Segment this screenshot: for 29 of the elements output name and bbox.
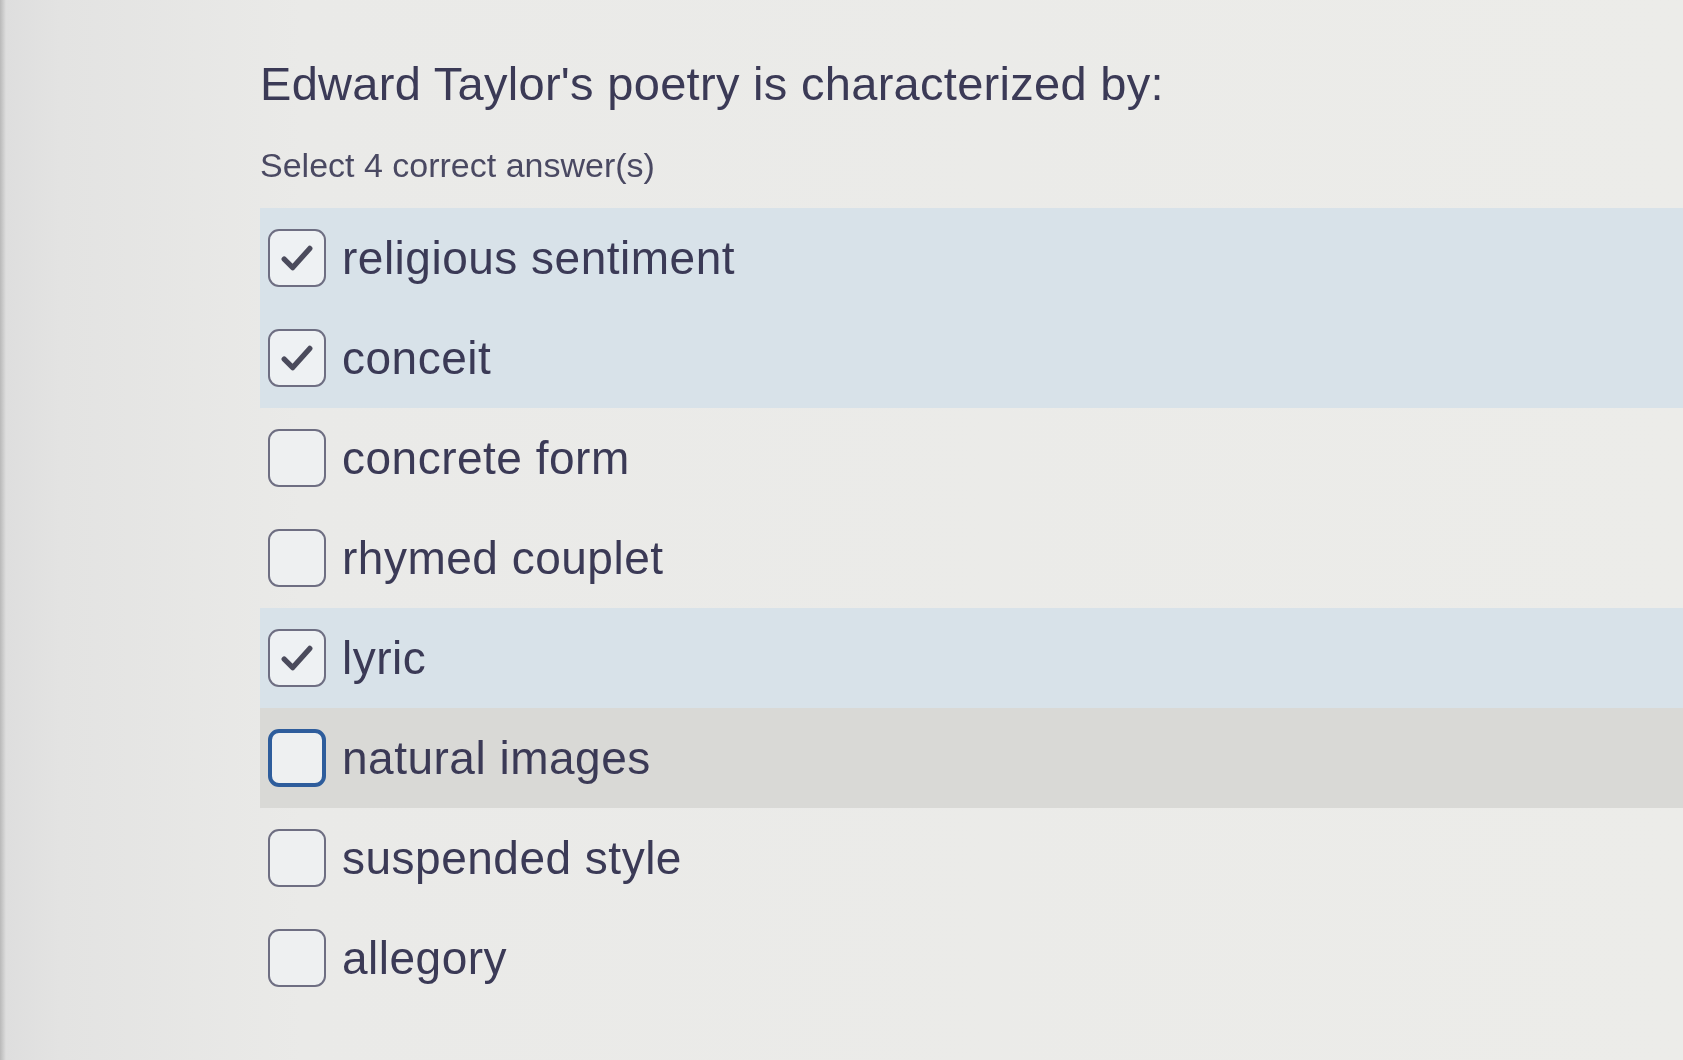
- answer-option[interactable]: lyric: [260, 608, 1683, 708]
- answer-option[interactable]: religious sentiment: [260, 208, 1683, 308]
- option-label: concrete form: [342, 431, 630, 486]
- checkbox[interactable]: [268, 629, 326, 687]
- checkmark-icon: [281, 645, 313, 671]
- option-label: natural images: [342, 731, 651, 786]
- answer-option[interactable]: allegory: [260, 908, 1683, 1008]
- answer-option[interactable]: conceit: [260, 308, 1683, 408]
- checkbox[interactable]: [268, 329, 326, 387]
- checkbox[interactable]: [268, 929, 326, 987]
- answer-option[interactable]: suspended style: [260, 808, 1683, 908]
- checkbox[interactable]: [268, 229, 326, 287]
- checkmark-icon: [281, 345, 313, 371]
- question-title: Edward Taylor's poetry is characterized by:: [260, 56, 1165, 112]
- option-label: suspended style: [342, 831, 682, 886]
- checkbox[interactable]: [268, 829, 326, 887]
- checkbox[interactable]: [268, 429, 326, 487]
- option-label: conceit: [342, 331, 492, 386]
- checkbox[interactable]: [268, 529, 326, 587]
- option-label: lyric: [342, 631, 427, 686]
- instruction-text: Select 4 correct answer(s): [260, 145, 656, 186]
- option-label: rhymed couplet: [342, 531, 664, 586]
- answer-option[interactable]: natural images: [260, 708, 1683, 808]
- answer-option[interactable]: rhymed couplet: [260, 508, 1683, 608]
- answer-option[interactable]: concrete form: [260, 408, 1683, 508]
- checkmark-icon: [281, 245, 313, 271]
- checkbox[interactable]: [268, 729, 326, 787]
- option-label: religious sentiment: [342, 231, 736, 286]
- option-label: allegory: [342, 931, 508, 986]
